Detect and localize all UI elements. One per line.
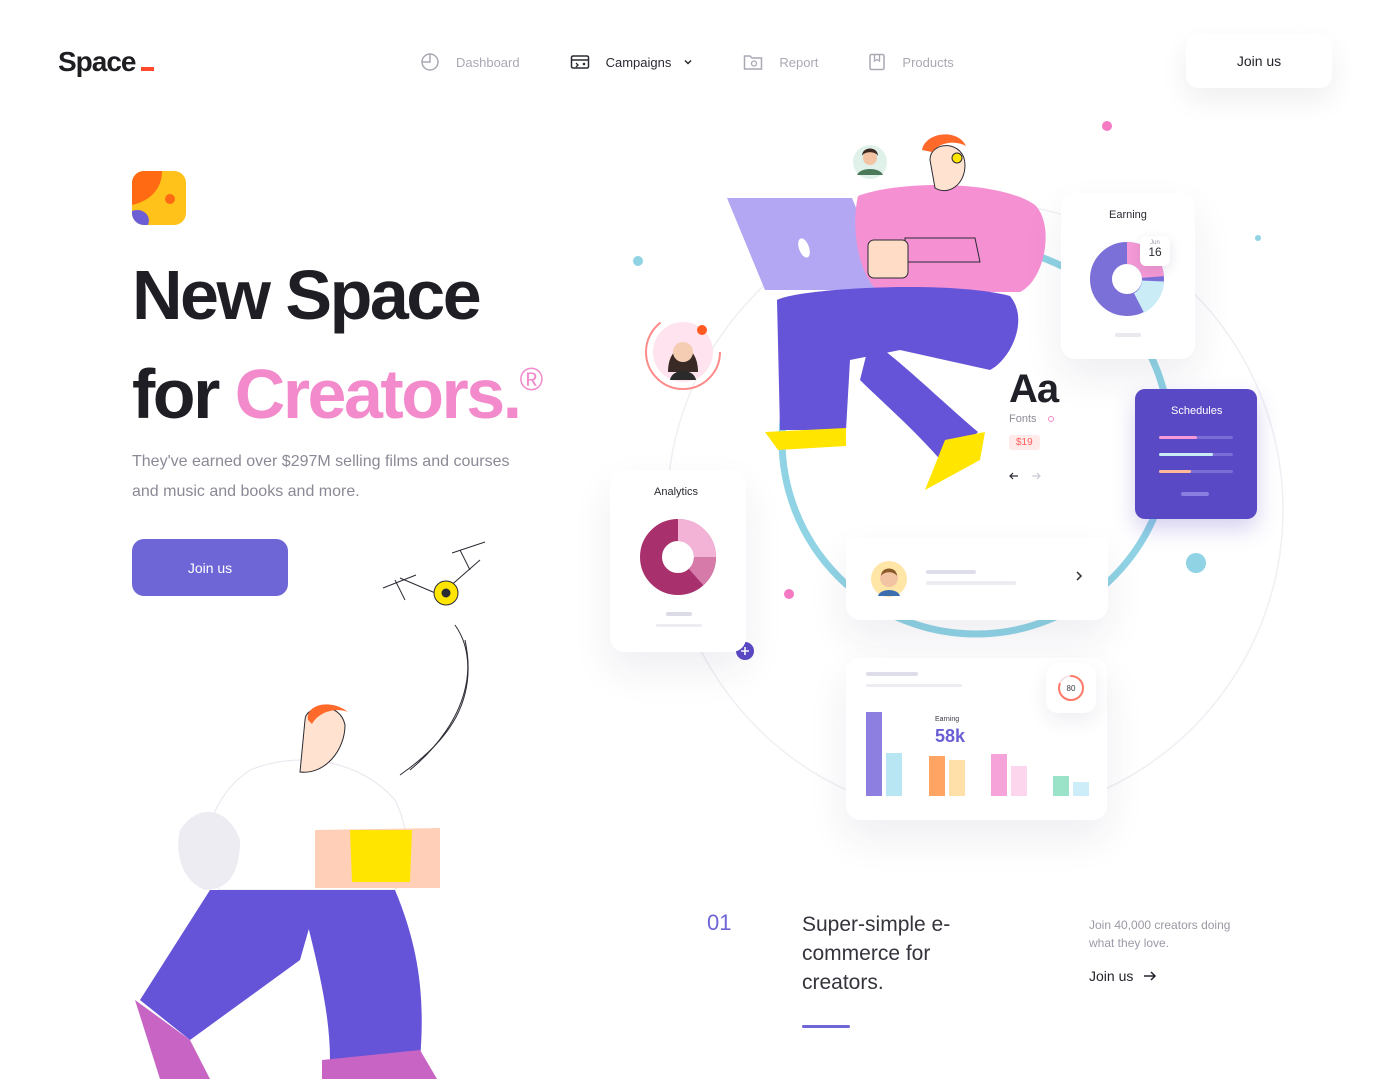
profile-row-card[interactable] [846, 538, 1108, 620]
earning-card[interactable]: Earning [1061, 193, 1195, 359]
ticket-icon [570, 55, 589, 69]
font-sample: Aa [1009, 367, 1059, 411]
analytics-card-title: Analytics [654, 486, 699, 498]
fonts-dot [1047, 416, 1054, 422]
feature-join-link[interactable]: Join us [1089, 968, 1157, 984]
avatar-woman [645, 314, 721, 390]
fonts-label-text: Fonts [1009, 413, 1037, 425]
app-icon [132, 171, 186, 225]
avatar-man [871, 561, 907, 597]
standing-person [135, 704, 440, 1079]
date-badge: Jun 16 [1140, 236, 1170, 266]
hero-join-button[interactable]: Join us [132, 539, 288, 596]
arrow-left-icon [1009, 472, 1018, 480]
schedule-progress [1159, 453, 1213, 456]
feature-title: Super-simple e-commerce for creators. [802, 913, 951, 994]
price-tag: $19 [1009, 435, 1040, 450]
schedule-progress [1159, 436, 1197, 439]
fonts-label: Fonts [1009, 413, 1054, 425]
feature-number: 01 [707, 910, 732, 935]
header-join-button[interactable]: Join us [1186, 34, 1332, 88]
hero-title-accent: Creators. [234, 355, 522, 433]
hero-title: New Space for Creators.® [132, 253, 543, 436]
brand-name: Space [58, 46, 136, 77]
schedules-card-title: Schedules [1171, 405, 1223, 417]
bars-earning-value: 58k [935, 726, 966, 746]
brand-logo[interactable]: Space [58, 46, 154, 78]
schedule-divider [1181, 492, 1209, 496]
arrow-right-icon [1032, 472, 1041, 480]
nav-item-report[interactable]: Report [743, 50, 818, 74]
bars-earning-label: Earning [935, 716, 960, 723]
feature-join-label: Join us [1089, 968, 1134, 984]
date-day: 16 [1148, 245, 1162, 259]
nav-item-dashboard[interactable]: Dashboard [420, 50, 520, 74]
hero-subtitle: They've earned over $297M selling films … [132, 453, 510, 500]
main-nav: Dashboard Campaigns Report Products [420, 50, 1004, 74]
profile-line [926, 581, 1016, 585]
chevron-down-icon [684, 59, 692, 65]
progress-ring-value: 80 [1066, 684, 1076, 693]
hero-title-line2: for Creators.® [132, 337, 543, 436]
hero-title-line1: New Space [132, 256, 482, 334]
decor-dot [1255, 235, 1261, 241]
decor-dot [784, 589, 794, 599]
arrow-right-icon [1144, 971, 1157, 981]
nav-label: Products [902, 54, 954, 70]
earning-card-divider [1115, 333, 1141, 337]
analytics-line [666, 612, 692, 616]
brand-logo-bar [140, 67, 154, 71]
drone [382, 541, 486, 776]
nav-label: Campaigns [605, 54, 672, 70]
analytics-line [656, 624, 702, 627]
feature-underline [802, 1025, 850, 1028]
profile-line [926, 570, 976, 574]
nav-label: Dashboard [456, 54, 520, 70]
font-pager[interactable] [1008, 470, 1044, 482]
nav-item-campaigns[interactable]: Campaigns [570, 50, 694, 74]
sitting-person [727, 134, 1046, 490]
hero-title-prefix: for [132, 355, 235, 433]
pie-chart-icon [421, 53, 439, 71]
schedules-card[interactable]: Schedules [1135, 389, 1257, 519]
earning-card-title: Earning [1109, 209, 1147, 221]
decor-dot [1102, 121, 1112, 131]
bookmark-icon [869, 53, 886, 71]
decor-dot [1186, 553, 1206, 573]
chevron-right-icon[interactable] [1074, 570, 1084, 582]
decor-dot [633, 256, 643, 266]
avatar-top [853, 145, 887, 179]
analytics-card[interactable]: Analytics [610, 470, 746, 652]
feature-subtitle: Join 40,000 creators doing what they lov… [1089, 918, 1231, 950]
registered-mark: ® [519, 361, 544, 397]
nav-item-products[interactable]: Products [868, 50, 954, 74]
analytics-donut [640, 519, 716, 595]
nav-label: Report [779, 54, 819, 70]
schedule-progress [1159, 470, 1191, 473]
folder-icon [744, 55, 763, 70]
